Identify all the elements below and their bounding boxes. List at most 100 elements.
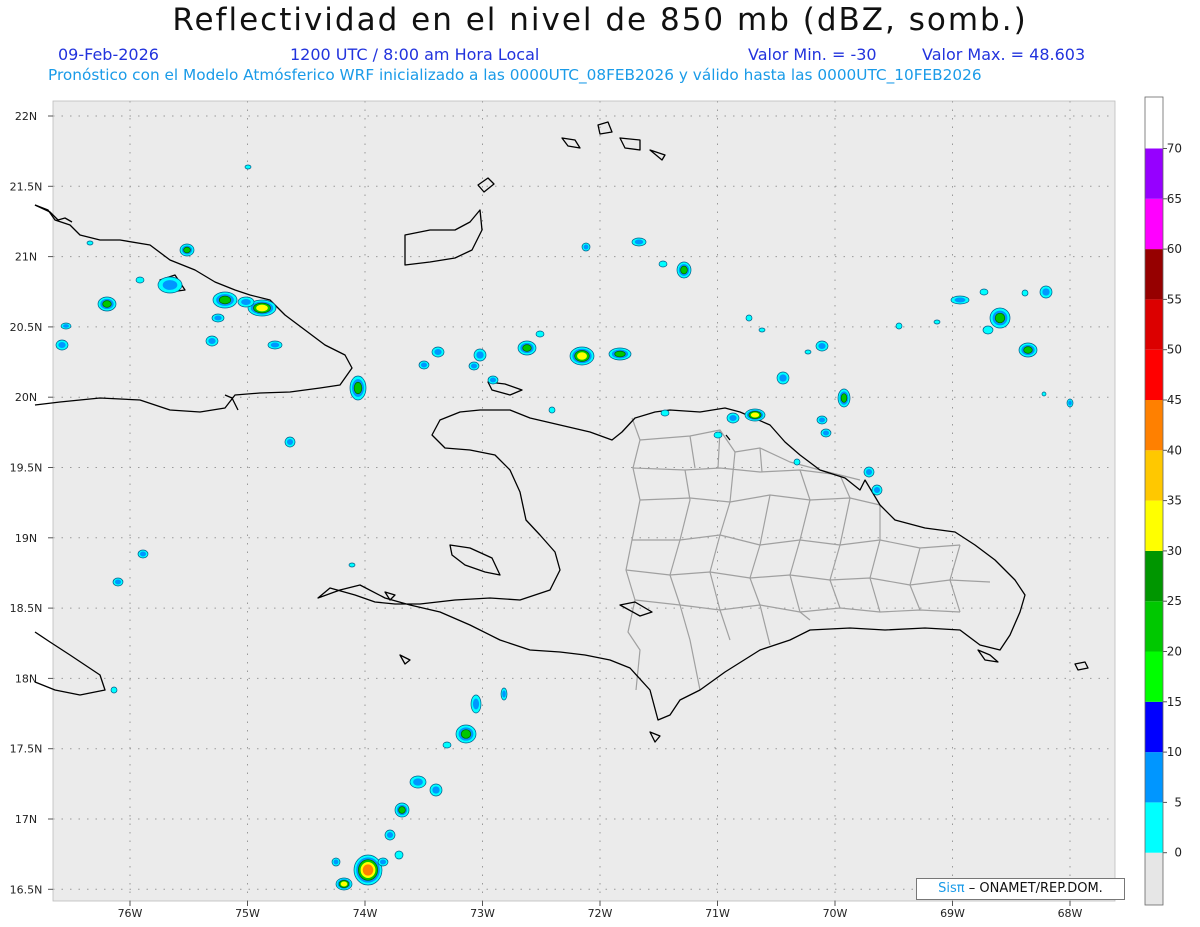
reflectivity-cell xyxy=(379,859,387,865)
lat-label: 17.5N xyxy=(10,743,43,756)
reflectivity-cell xyxy=(1041,391,1047,397)
colorbar-label: 30 xyxy=(1167,544,1182,558)
reflectivity-cell xyxy=(548,406,556,414)
colorbar-label: 5 xyxy=(1174,795,1182,809)
colorbar-swatch xyxy=(1145,400,1163,451)
sispi-logo: Sisπ xyxy=(938,881,965,896)
reflectivity-cell xyxy=(822,430,830,436)
colorbar-swatch xyxy=(1145,450,1163,501)
reflectivity-cell xyxy=(818,417,826,423)
lon-label: 69W xyxy=(940,907,965,920)
reflectivity-cell xyxy=(750,412,760,418)
reflectivity-cell xyxy=(114,579,122,585)
reflectivity-cell xyxy=(270,342,280,348)
reflectivity-cell xyxy=(680,265,688,275)
reflectivity-cell xyxy=(954,297,966,303)
reflectivity-cell xyxy=(729,414,737,422)
reflectivity-cell xyxy=(1042,288,1050,296)
colorbar-swatch xyxy=(1145,752,1163,803)
lon-label: 72W xyxy=(588,907,613,920)
colorbar-swatch xyxy=(1145,550,1163,602)
lat-label: 21.5N xyxy=(10,180,43,193)
colorbar-label: 55 xyxy=(1167,292,1182,306)
colorbar-below-range xyxy=(1145,852,1163,905)
colorbar-label: 35 xyxy=(1167,494,1182,508)
credit-box: Sisπ – ONAMET/REP.DOM. xyxy=(916,878,1125,900)
reflectivity-cell xyxy=(873,486,881,494)
reflectivity-cell xyxy=(241,298,251,306)
reflectivity-cell xyxy=(1021,289,1029,297)
reflectivity-cell xyxy=(1023,346,1033,354)
colorbar-swatch xyxy=(1145,601,1163,652)
colorbar-swatch xyxy=(1145,299,1163,350)
colorbar-label: 0 xyxy=(1174,846,1182,860)
colorbar-label: 65 xyxy=(1167,192,1182,206)
colorbar-swatch xyxy=(1145,349,1163,400)
reflectivity-cell xyxy=(208,337,216,345)
lat-label: 20.5N xyxy=(10,321,43,334)
reflectivity-cell xyxy=(333,859,339,865)
colorbar-swatch xyxy=(1145,651,1163,702)
reflectivity-cell xyxy=(86,240,94,246)
reflectivity-cell xyxy=(420,362,428,368)
reflectivity-cell xyxy=(713,431,723,439)
reflectivity-cell xyxy=(660,409,670,417)
colorbar-label: 15 xyxy=(1167,695,1182,709)
colorbar-label: 10 xyxy=(1167,745,1182,759)
map-background xyxy=(53,101,1115,901)
reflectivity-cell xyxy=(476,351,484,359)
reflectivity-cell xyxy=(472,698,480,710)
reflectivity-cell xyxy=(840,393,848,403)
reflectivity-cell xyxy=(460,729,472,739)
colorbar-above-range xyxy=(1145,97,1163,149)
reflectivity-cell xyxy=(135,276,145,284)
reflectivity-cell xyxy=(394,850,404,860)
colorbar-swatch xyxy=(1145,701,1163,753)
reflectivity-cell xyxy=(614,350,626,358)
reflectivity-cell xyxy=(522,344,532,352)
credit-text: – ONAMET/REP.DOM. xyxy=(968,881,1103,896)
colorbar-label: 70 xyxy=(1167,142,1182,156)
colorbar-swatch xyxy=(1145,148,1163,199)
lat-label: 20N xyxy=(15,391,37,404)
reflectivity-cell xyxy=(745,314,753,322)
reflectivity-cell xyxy=(865,468,873,476)
reflectivity-cell xyxy=(470,363,478,369)
reflectivity-cell xyxy=(818,342,826,350)
latitude-labels: 22N 21.5N 21N 20.5N 20N 19.5N 19N 18.5N 18N 17.5N… xyxy=(10,110,53,896)
reflectivity-cell xyxy=(413,778,423,786)
colorbar-swatch xyxy=(1145,249,1163,300)
reflectivity-cell xyxy=(577,352,587,360)
colorbar-label: 45 xyxy=(1167,393,1182,407)
lat-label: 19N xyxy=(15,532,37,545)
reflectivity-cell xyxy=(183,246,191,254)
lon-label: 71W xyxy=(705,907,730,920)
reflectivity-cell xyxy=(62,324,70,328)
colorbar-label: 50 xyxy=(1167,343,1182,357)
reflectivity-cell xyxy=(386,831,394,839)
colorbar-label: 25 xyxy=(1167,594,1182,608)
reflectivity-cell xyxy=(933,319,941,325)
reflectivity-cell xyxy=(895,322,903,330)
reflectivity-cell xyxy=(398,806,406,814)
colorbar: 0 5 10 15 20 25 30 35 40 45 50 55 60 65 70 xyxy=(1145,97,1182,905)
colorbar-label: 40 xyxy=(1167,443,1182,457)
reflectivity-cell xyxy=(110,686,118,694)
lat-label: 18.5N xyxy=(10,602,43,615)
lat-label: 16.5N xyxy=(10,883,43,896)
reflectivity-cell xyxy=(793,458,801,466)
reflectivity-cell xyxy=(1068,400,1072,406)
reflectivity-cell xyxy=(244,164,252,170)
lat-label: 18N xyxy=(15,672,37,685)
reflectivity-cell xyxy=(162,280,178,290)
reflectivity-cell xyxy=(256,304,268,312)
longitude-labels: 76W 75W 74W 73W 72W 71W 70W 69W 68W xyxy=(118,901,1083,920)
reflectivity-cell xyxy=(340,881,348,887)
lon-label: 73W xyxy=(470,907,495,920)
reflectivity-cell xyxy=(994,312,1006,324)
colorbar-label: 60 xyxy=(1167,242,1182,256)
colorbar-swatch xyxy=(1145,198,1163,250)
reflectivity-cell xyxy=(982,325,994,335)
reflectivity-cell xyxy=(218,295,232,305)
lon-label: 74W xyxy=(353,907,378,920)
